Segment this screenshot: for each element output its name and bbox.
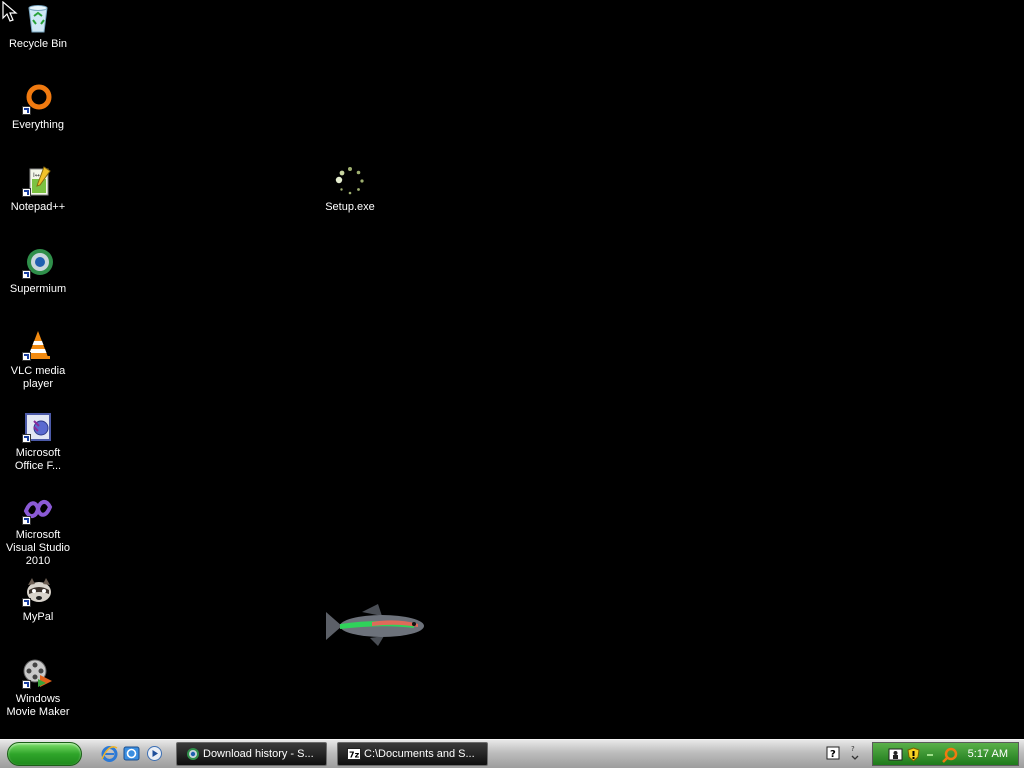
shortcut-arrow-icon: [22, 270, 31, 279]
desktop-icon-label: Supermium: [9, 283, 67, 295]
outlook-express-icon[interactable]: [123, 745, 140, 762]
internet-explorer-icon[interactable]: [101, 745, 118, 762]
desktop-icon-label: Recycle Bin: [8, 38, 68, 50]
help-icon[interactable]: ?: [826, 746, 840, 760]
fish-icon: [322, 602, 428, 650]
task-button-download-history[interactable]: Download history - S...: [176, 742, 327, 766]
desktop-icon-label: Setup.exe: [325, 201, 375, 213]
desktop-icon-vlc[interactable]: VLC media player: [0, 329, 76, 391]
desktop-icon-label: Everything: [12, 119, 64, 131]
desktop-icon-label: Windows Movie Maker: [6, 693, 70, 718]
desktop-icon-setup-exe[interactable]: Setup.exe: [312, 165, 388, 214]
7zip-icon: 7z: [347, 747, 361, 761]
shortcut-arrow-icon: [22, 188, 31, 197]
tray-separator: [927, 754, 933, 756]
chevron-down-icon[interactable]: ?: [850, 743, 860, 763]
network-icon[interactable]: [888, 747, 903, 762]
mouse-cursor-icon: [2, 0, 20, 23]
svg-text:?: ?: [851, 745, 855, 753]
shortcut-arrow-icon: [22, 434, 31, 443]
supermium-browser-icon: [22, 247, 54, 279]
desktop-icon-visual-studio[interactable]: Microsoft Visual Studio 2010: [0, 493, 76, 568]
office-frontpage-icon: [22, 411, 54, 443]
desktop-icon-movie-maker[interactable]: Windows Movie Maker: [0, 657, 76, 719]
recycle-bin-icon: [22, 2, 54, 34]
task-button-label: C:\Documents and S...: [364, 748, 475, 760]
desktop-icon-notepad-plus-plus[interactable]: I↔ Notepad++: [0, 165, 76, 214]
shortcut-arrow-icon: [22, 352, 31, 361]
vlc-cone-icon: [22, 329, 54, 361]
media-player-icon[interactable]: [146, 745, 163, 762]
desktop-icon-label: Microsoft Office F...: [14, 447, 62, 472]
taskbar: Download history - S... 7z C:\Documents …: [0, 739, 1024, 768]
supermium-browser-icon: [186, 747, 200, 761]
task-button-label: Download history - S...: [203, 748, 314, 760]
desktop-icon-label: VLC media player: [10, 365, 66, 390]
shortcut-arrow-icon: [22, 106, 31, 115]
shortcut-arrow-icon: [22, 680, 31, 689]
task-button-7zip[interactable]: 7z C:\Documents and S...: [337, 742, 488, 766]
shortcut-arrow-icon: [22, 516, 31, 525]
desktop-icon-label: MyPal: [22, 611, 54, 623]
desktop-icon-mypal[interactable]: MyPal: [0, 575, 76, 624]
clock[interactable]: 5:17 AM: [968, 743, 1008, 765]
visual-studio-icon: [22, 493, 54, 525]
desktop-icon-label: Microsoft Visual Studio 2010: [5, 529, 70, 567]
mypal-raccoon-icon: [22, 575, 54, 607]
desktop: Recycle Bin Everything I↔ Notepad++ Supe…: [0, 0, 1024, 739]
movie-maker-icon: [22, 657, 54, 689]
desktop-icon-everything[interactable]: Everything: [0, 83, 76, 132]
svg-text:7z: 7z: [349, 751, 360, 760]
shortcut-arrow-icon: [22, 598, 31, 607]
start-button[interactable]: [7, 742, 82, 766]
desktop-icon-supermium[interactable]: Supermium: [0, 247, 76, 296]
notepad-plus-plus-icon: I↔: [22, 165, 54, 197]
security-shield-icon[interactable]: [906, 747, 921, 762]
system-tray: 5:17 AM: [872, 742, 1019, 766]
svg-text:?: ?: [830, 749, 836, 760]
desktop-icon-label: Notepad++: [10, 201, 66, 213]
desktop-icon-office-frontpage[interactable]: Microsoft Office F...: [0, 411, 76, 473]
everything-search-icon[interactable]: [942, 747, 958, 763]
everything-search-icon: [22, 83, 54, 115]
loading-spinner-icon: [334, 165, 366, 197]
svg-text:I↔: I↔: [33, 172, 40, 179]
